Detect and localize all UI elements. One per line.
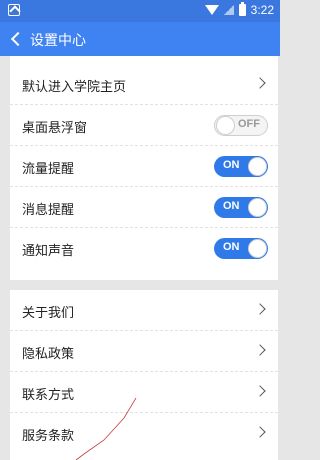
row-label: 默认进入学院主页 xyxy=(22,80,127,95)
chevron-right-icon xyxy=(254,385,266,397)
row-label: 通知声音 xyxy=(22,244,75,259)
toggle-knob xyxy=(216,116,235,135)
wifi-icon xyxy=(204,5,219,15)
toggle-knob xyxy=(248,239,267,258)
chevron-left-icon[interactable] xyxy=(10,31,22,47)
status-bar: 3:22 xyxy=(0,0,280,22)
row-label: 关于我们 xyxy=(22,306,75,321)
row-label: 流量提醒 xyxy=(22,162,75,177)
row-label: 消息提醒 xyxy=(22,203,75,218)
row-about-us[interactable]: 关于我们 xyxy=(10,290,278,331)
toggle-state: ON xyxy=(223,159,240,171)
toggle-knob xyxy=(248,157,267,176)
status-time: 3:22 xyxy=(250,3,274,17)
info-card: 关于我们 隐私政策 联系方式 服务条款 xyxy=(10,290,278,460)
chevron-right-icon xyxy=(254,77,266,89)
toggle-state: ON xyxy=(223,200,240,212)
title-bar: 设置中心 xyxy=(0,22,280,56)
row-label: 隐私政策 xyxy=(22,347,75,362)
row-label: 服务条款 xyxy=(22,429,75,444)
row-label: 联系方式 xyxy=(22,388,75,403)
row-default-home[interactable]: 默认进入学院主页 xyxy=(10,64,278,105)
status-icons: 3:22 xyxy=(204,2,274,17)
row-privacy-policy[interactable]: 隐私政策 xyxy=(10,331,278,372)
settings-card: 默认进入学院主页 桌面悬浮窗 OFF 流量提醒 ON 消息提醒 ON 通知声音 … xyxy=(10,56,278,280)
row-terms-of-service[interactable]: 服务条款 xyxy=(10,413,278,454)
toggle-state: OFF xyxy=(238,118,260,130)
page-title: 设置中心 xyxy=(30,33,86,49)
toggle-knob xyxy=(248,198,267,217)
floating-window-toggle[interactable]: OFF xyxy=(214,115,268,136)
data-reminder-toggle[interactable]: ON xyxy=(214,156,268,177)
row-message-reminder: 消息提醒 ON xyxy=(10,187,278,228)
notification-sound-toggle[interactable]: ON xyxy=(214,238,268,259)
chevron-right-icon xyxy=(254,426,266,438)
battery-icon xyxy=(238,2,246,16)
chevron-right-icon xyxy=(254,303,266,315)
row-data-reminder: 流量提醒 ON xyxy=(10,146,278,187)
row-contact[interactable]: 联系方式 xyxy=(10,372,278,413)
toggle-state: ON xyxy=(223,241,240,253)
row-label: 桌面悬浮窗 xyxy=(22,121,88,136)
row-floating-window: 桌面悬浮窗 OFF xyxy=(10,105,278,146)
chevron-right-icon xyxy=(254,344,266,356)
message-reminder-toggle[interactable]: ON xyxy=(214,197,268,218)
signal-icon xyxy=(223,5,234,15)
row-notification-sound: 通知声音 ON xyxy=(10,228,278,269)
partially-hidden-row xyxy=(10,56,278,64)
notification-icon xyxy=(8,4,20,16)
